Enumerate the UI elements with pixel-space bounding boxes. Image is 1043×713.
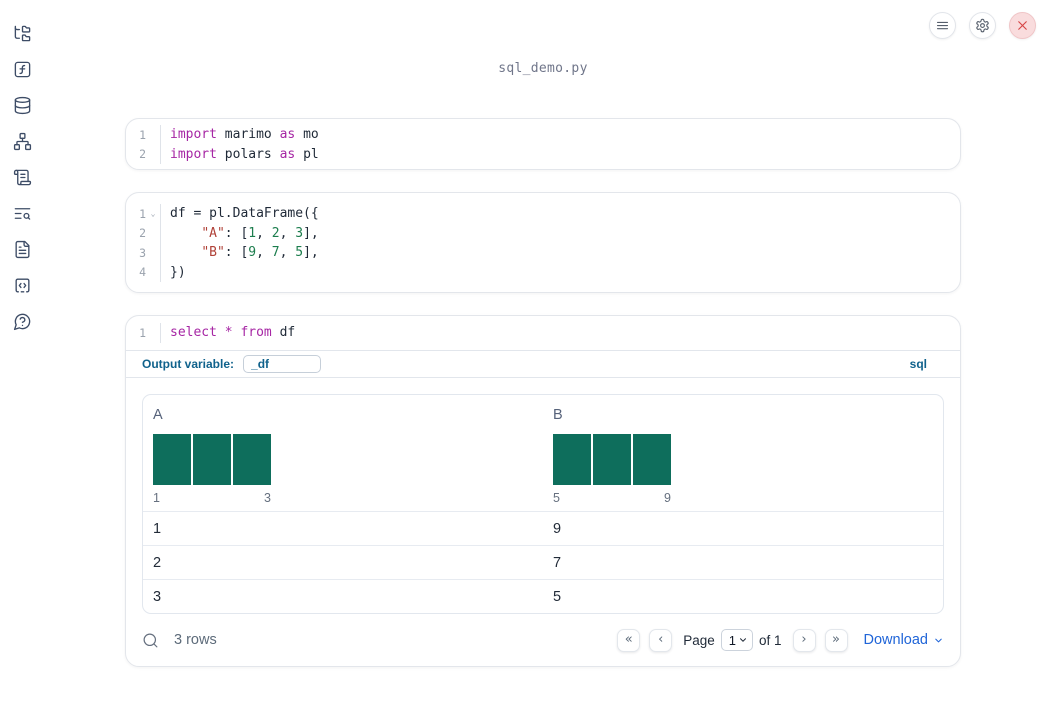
first-page-button[interactable]: « xyxy=(617,628,641,652)
download-button[interactable]: Download xyxy=(864,632,945,648)
table-header: A 1 3 B 5 9 xyxy=(143,395,943,511)
search-icon[interactable] xyxy=(142,632,159,649)
column-label: B xyxy=(553,407,563,423)
chevron-down-icon xyxy=(739,638,746,642)
snippets-icon[interactable] xyxy=(13,276,32,295)
output-variable-label: Output variable: xyxy=(142,357,235,371)
output-variable-row: Output variable: sql xyxy=(126,350,960,377)
help-icon[interactable] xyxy=(13,312,32,331)
table-row[interactable]: 1 9 xyxy=(143,511,943,545)
next-page-button[interactable]: › xyxy=(792,628,816,652)
code-line: }) xyxy=(170,264,186,280)
cell-value: 7 xyxy=(553,554,562,571)
code-line: select * from df xyxy=(170,325,296,341)
menu-icon xyxy=(936,21,949,30)
code-cell-dataframe[interactable]: 1 ⌄ 2 3 4 df = pl.DataFrame({ "A": [1, 2,… xyxy=(125,192,961,293)
file-explorer-icon[interactable] xyxy=(13,24,32,43)
topbar-controls xyxy=(929,12,1036,39)
hist-max-label: 9 xyxy=(664,491,671,505)
hist-min-label: 1 xyxy=(153,491,160,505)
helper-sidebar xyxy=(0,0,44,713)
line-number-gutter: 1 ⌄ 2 3 4 xyxy=(126,204,161,282)
code-line: df = pl.DataFrame({ xyxy=(170,206,319,222)
gear-icon xyxy=(976,18,989,33)
code-line: "B": [9, 7, 5], xyxy=(201,245,319,261)
cell-value: 2 xyxy=(153,554,162,571)
dataframe-table: A 1 3 B 5 9 1 9 2 7 3 5 xyxy=(142,394,944,614)
chevron-down-icon xyxy=(935,638,942,642)
line-number: 1 xyxy=(139,206,146,221)
documentation-icon[interactable] xyxy=(13,240,32,259)
histogram[interactable] xyxy=(153,434,543,485)
last-page-button[interactable]: » xyxy=(824,628,848,652)
page-select[interactable]: 1 xyxy=(720,629,753,651)
output-variable-input[interactable] xyxy=(243,355,322,373)
sql-cell[interactable]: 1 select * from df Output variable: sql … xyxy=(125,315,961,667)
cell-output: A 1 3 B 5 9 1 9 2 7 3 5 3 rows « ‹ Page … xyxy=(126,377,960,665)
scratchpad-search-icon[interactable] xyxy=(13,204,32,223)
column-label: A xyxy=(153,407,163,423)
cell-value: 9 xyxy=(553,520,562,537)
page-of-label: of 1 xyxy=(758,632,782,648)
table-footer: 3 rows « ‹ Page 1 of 1 › » Download xyxy=(142,622,944,658)
dependency-graph-icon[interactable] xyxy=(13,132,32,151)
cell-value: 5 xyxy=(553,588,562,605)
line-number: 2 xyxy=(139,226,146,241)
line-number: 1 xyxy=(139,325,146,340)
settings-button[interactable] xyxy=(969,12,996,39)
column-header-a[interactable]: A 1 3 xyxy=(143,395,543,511)
code-line: import marimo as mo xyxy=(170,127,319,143)
line-number: 2 xyxy=(139,147,146,162)
line-number: 1 xyxy=(139,127,146,142)
shutdown-button[interactable] xyxy=(1009,12,1036,39)
data-sources-icon[interactable] xyxy=(13,96,32,115)
code-line: "A": [1, 2, 3], xyxy=(201,225,319,241)
table-row[interactable]: 2 7 xyxy=(143,545,943,579)
code-line: import polars as pl xyxy=(170,146,319,162)
code-cell-imports[interactable]: 1 2 import marimo as mo import polars as… xyxy=(125,118,961,170)
hist-min-label: 5 xyxy=(553,491,560,505)
fold-chevron-icon[interactable]: ⌄ xyxy=(146,209,160,218)
line-number-gutter: 1 xyxy=(126,323,161,343)
variables-icon[interactable] xyxy=(13,60,32,79)
line-number: 3 xyxy=(139,245,146,260)
code-editor[interactable]: 1 ⌄ 2 3 4 df = pl.DataFrame({ "A": [1, 2,… xyxy=(126,204,960,282)
column-header-b[interactable]: B 5 9 xyxy=(543,395,943,511)
histogram[interactable] xyxy=(553,434,943,485)
close-icon xyxy=(1018,21,1027,30)
notebook-filename[interactable]: sql_demo.py xyxy=(125,61,961,76)
line-number-gutter: 1 2 xyxy=(126,125,161,164)
page-label: Page xyxy=(683,632,715,648)
hist-max-label: 3 xyxy=(264,491,271,505)
sql-editor[interactable]: 1 select * from df xyxy=(126,323,960,343)
row-count: 3 rows xyxy=(174,632,217,648)
cell-value: 1 xyxy=(153,520,162,537)
language-badge: sql xyxy=(909,357,927,371)
table-row[interactable]: 3 5 xyxy=(143,579,943,613)
code-editor[interactable]: 1 2 import marimo as mo import polars as… xyxy=(126,125,960,164)
cell-value: 3 xyxy=(153,588,162,605)
line-number: 4 xyxy=(139,265,146,280)
menu-button[interactable] xyxy=(929,12,956,39)
prev-page-button[interactable]: ‹ xyxy=(649,628,673,652)
download-label: Download xyxy=(863,632,929,648)
page-select-value: 1 xyxy=(728,632,736,648)
logs-icon[interactable] xyxy=(13,168,32,187)
